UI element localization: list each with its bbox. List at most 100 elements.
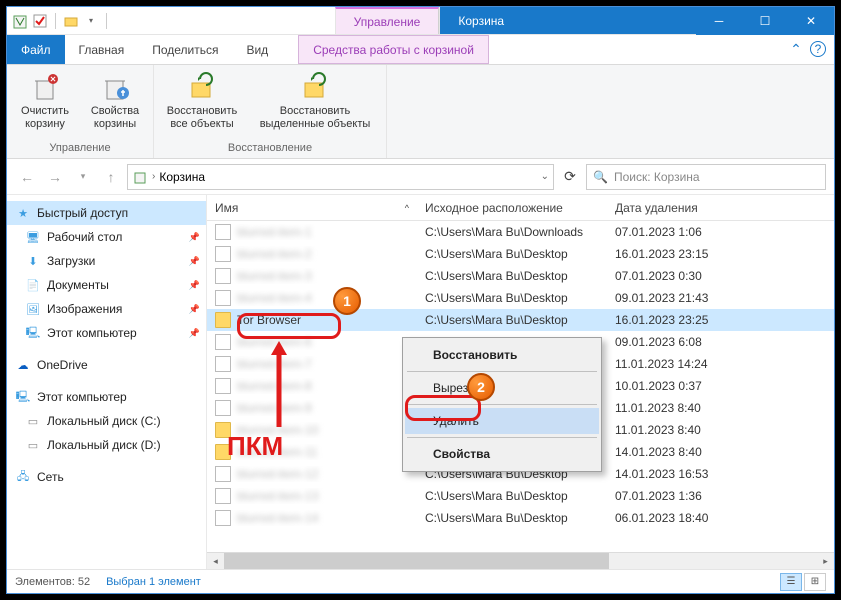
back-button[interactable]: ←: [15, 165, 39, 189]
pin-icon: 📌: [189, 328, 200, 339]
folder-small-icon[interactable]: [62, 12, 80, 30]
file-name: blurred-item-12: [237, 467, 318, 481]
onedrive-icon: ☁: [15, 357, 31, 373]
tab-file[interactable]: Файл: [7, 35, 65, 64]
table-row[interactable]: Tor BrowserC:\Users\Mara Bu\Desktop16.01…: [207, 309, 834, 331]
nav-onedrive[interactable]: ☁OneDrive: [7, 353, 206, 377]
address-bar: ← → ▾ ↑ › Корзина ⌄ ⟳ 🔍 Поиск: Корзина: [7, 159, 834, 195]
ribbon: Очистить корзину Свойства корзины Управл…: [7, 65, 834, 159]
window-title: Корзина: [439, 7, 696, 34]
refresh-button[interactable]: ⟳: [558, 165, 582, 189]
file-date: 11.01.2023 8:40: [607, 423, 747, 437]
separator: [407, 404, 597, 405]
doc-icon: [215, 334, 231, 350]
nav-disk-c[interactable]: ▭Локальный диск (C:): [7, 409, 206, 433]
nav-quick-access[interactable]: ★Быстрый доступ: [7, 201, 206, 225]
breadcrumb-item[interactable]: Корзина: [159, 170, 205, 184]
help-button[interactable]: ?: [810, 41, 826, 57]
file-date: 07.01.2023 1:36: [607, 489, 747, 503]
pin-icon: 📌: [189, 256, 200, 267]
column-original-location[interactable]: Исходное расположение: [417, 195, 607, 220]
quick-access-toolbar: ▾: [7, 7, 115, 34]
context-properties[interactable]: Свойства: [405, 441, 599, 467]
table-row[interactable]: blurred-item-13C:\Users\Mara Bu\Desktop0…: [207, 485, 834, 507]
close-button[interactable]: ✕: [788, 7, 834, 35]
titlebar: ▾ Управление Корзина ─ ☐ ✕: [7, 7, 834, 35]
forward-button[interactable]: →: [43, 165, 67, 189]
doc-icon: [215, 246, 231, 262]
explorer-window: ▾ Управление Корзина ─ ☐ ✕ Файл Главная …: [6, 6, 835, 594]
nav-thispc[interactable]: 🖳Этот компьютер: [7, 385, 206, 409]
file-path: C:\Users\Mara Bu\Desktop: [417, 269, 607, 283]
context-restore[interactable]: Восстановить: [405, 342, 599, 368]
nav-network[interactable]: 🖧Сеть: [7, 465, 206, 489]
annotation-badge-2: 2: [467, 373, 495, 401]
context-cut[interactable]: Вырезать: [405, 375, 599, 401]
view-details-button[interactable]: ☰: [780, 573, 802, 591]
table-row[interactable]: blurred-item-14C:\Users\Mara Bu\Desktop0…: [207, 507, 834, 529]
column-name[interactable]: Имя: [207, 195, 417, 220]
file-name: blurred-item-1: [237, 225, 312, 239]
file-date: 11.01.2023 14:24: [607, 357, 747, 371]
address-field[interactable]: › Корзина ⌄: [127, 164, 554, 190]
up-button[interactable]: ↑: [99, 165, 123, 189]
breadcrumb-arrow[interactable]: ›: [152, 171, 155, 182]
doc-icon: [215, 290, 231, 306]
pin-icon: 📌: [189, 280, 200, 291]
star-icon: ★: [15, 205, 31, 221]
table-row[interactable]: blurred-item-1C:\Users\Mara Bu\Downloads…: [207, 221, 834, 243]
recycle-bin-icon[interactable]: [11, 12, 29, 30]
search-input[interactable]: 🔍 Поиск: Корзина: [586, 164, 826, 190]
file-name: Tor Browser: [237, 313, 301, 327]
column-headers: Имя Исходное расположение Дата удаления: [207, 195, 834, 221]
file-path: C:\Users\Mara Bu\Desktop: [417, 313, 607, 327]
recent-dropdown[interactable]: ▾: [71, 165, 95, 189]
empty-bin-button[interactable]: Очистить корзину: [13, 69, 77, 140]
status-bar: Элементов: 52 Выбран 1 элемент ☰ ⊞: [7, 569, 834, 593]
restore-selected-button[interactable]: Восстановить выделенные объекты: [250, 69, 380, 140]
empty-bin-icon: [29, 71, 61, 103]
disk-icon: ▭: [25, 413, 41, 429]
tab-home[interactable]: Главная: [65, 35, 139, 64]
bin-properties-button[interactable]: Свойства корзины: [83, 69, 147, 140]
file-date: 14.01.2023 16:53: [607, 467, 747, 481]
address-dropdown-icon[interactable]: ⌄: [541, 171, 549, 182]
tab-share[interactable]: Поделиться: [138, 35, 232, 64]
context-delete[interactable]: Удалить: [405, 408, 599, 434]
nav-documents[interactable]: 📄Документы📌: [7, 273, 206, 297]
nav-pictures[interactable]: 🖼Изображения📌: [7, 297, 206, 321]
recycle-bin-icon: [132, 169, 148, 185]
ribbon-collapse-button[interactable]: ⌃: [782, 35, 810, 64]
file-date: 09.01.2023 21:43: [607, 291, 747, 305]
minimize-button[interactable]: ─: [696, 7, 742, 35]
horizontal-scrollbar[interactable]: ◂ ▸: [207, 552, 834, 569]
group-label-manage: Управление: [13, 140, 147, 156]
nav-downloads[interactable]: ⬇Загрузки📌: [7, 249, 206, 273]
computer-icon: 🖳: [15, 389, 31, 405]
scroll-right-button[interactable]: ▸: [817, 553, 834, 569]
title-context-tab[interactable]: Управление: [335, 7, 440, 34]
scrollbar-thumb[interactable]: [224, 553, 609, 569]
view-large-icons-button[interactable]: ⊞: [804, 573, 826, 591]
file-path: C:\Users\Mara Bu\Desktop: [417, 489, 607, 503]
tab-view[interactable]: Вид: [232, 35, 282, 64]
nav-thispc-quick[interactable]: 🖳Этот компьютер📌: [7, 321, 206, 345]
table-row[interactable]: blurred-item-4C:\Users\Mara Bu\Desktop09…: [207, 287, 834, 309]
qat-dropdown-icon[interactable]: ▾: [82, 12, 100, 30]
tab-recycle-tools[interactable]: Средства работы с корзиной: [298, 35, 489, 64]
maximize-button[interactable]: ☐: [742, 7, 788, 35]
nav-desktop[interactable]: 🖥Рабочий стол📌: [7, 225, 206, 249]
checkbox-icon[interactable]: [31, 12, 49, 30]
restore-all-button[interactable]: Восстановить все объекты: [160, 69, 244, 140]
table-row[interactable]: blurred-item-2C:\Users\Mara Bu\Desktop16…: [207, 243, 834, 265]
pictures-icon: 🖼: [25, 301, 41, 317]
scroll-left-button[interactable]: ◂: [207, 553, 224, 569]
disk-icon: ▭: [25, 437, 41, 453]
file-path: C:\Users\Mara Bu\Desktop: [417, 291, 607, 305]
file-path: C:\Users\Mara Bu\Desktop: [417, 511, 607, 525]
bin-properties-icon: [99, 71, 131, 103]
nav-disk-d[interactable]: ▭Локальный диск (D:): [7, 433, 206, 457]
table-row[interactable]: blurred-item-3C:\Users\Mara Bu\Desktop07…: [207, 265, 834, 287]
restore-all-icon: [186, 71, 218, 103]
column-date-deleted[interactable]: Дата удаления: [607, 195, 747, 220]
